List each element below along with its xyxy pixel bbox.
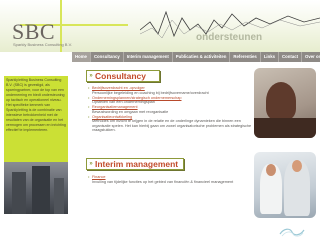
decorative-swirl-icon bbox=[279, 228, 305, 237]
consultancy-desc: Persoonlijke begeleiding en coaching bij… bbox=[92, 90, 209, 95]
list-item: • Organisatieontwikkeling Methodes om in… bbox=[88, 114, 254, 133]
header-slogan: ondersteunen bbox=[196, 32, 263, 43]
consultancy-desc: Methodes om inzicht te krijgen in de rel… bbox=[92, 119, 252, 133]
interim-list: • Finance Invulling van tijdelijke funct… bbox=[88, 174, 254, 185]
business-people-photo bbox=[254, 152, 316, 218]
consultancy-list: • Bedrijfsoverdracht en -opvolger Persoo… bbox=[88, 85, 254, 133]
main-nav: Home Consultancy Interim management Publ… bbox=[72, 52, 320, 62]
building-shape bbox=[54, 178, 64, 214]
building-shape bbox=[32, 166, 50, 214]
nav-item-consultancy[interactable]: Consultancy bbox=[91, 52, 124, 62]
nav-item-referenties[interactable]: Referenties bbox=[230, 52, 261, 62]
desk-shape bbox=[254, 118, 316, 138]
stressed-person-photo bbox=[254, 68, 316, 138]
consultancy-title: Consultancy bbox=[95, 71, 147, 81]
interim-desc: Invulling van tijdelijke functies op het… bbox=[92, 179, 234, 184]
consultancy-heading: » Consultancy bbox=[86, 70, 160, 82]
chevron-right-icon: » bbox=[89, 161, 93, 167]
logo-subtitle: Sparkly Business Consulting B.V. bbox=[13, 42, 72, 47]
nav-item-links[interactable]: Links bbox=[261, 52, 280, 62]
consultancy-desc: Opstellen van een ondernemingsplan bbox=[92, 100, 155, 105]
interim-heading: » Interim management bbox=[86, 158, 184, 170]
nav-item-home[interactable]: Home bbox=[72, 52, 91, 62]
header-wave-graphic bbox=[140, 10, 320, 39]
consultancy-desc: Bewustwording en omgaan met reorganisati… bbox=[92, 109, 169, 114]
main-content: » Consultancy • Bedrijfsoverdracht en -o… bbox=[72, 62, 256, 240]
face-shape bbox=[292, 160, 302, 172]
list-item: • Finance Invulling van tijdelijke funct… bbox=[88, 174, 254, 184]
intro-text: Sparkly/etting Business Consulting B.V. … bbox=[4, 76, 68, 162]
nav-item-contact[interactable]: Contact bbox=[279, 52, 303, 62]
nav-item-interim-management[interactable]: Interim management bbox=[124, 52, 173, 62]
site-header: SBC Sparkly Business Consulting B.V. ond… bbox=[0, 0, 320, 52]
interim-title: Interim management bbox=[95, 159, 179, 169]
nav-item-over-ons[interactable]: Over ons bbox=[302, 52, 320, 62]
person-shape bbox=[266, 82, 296, 120]
face-shape bbox=[266, 164, 276, 176]
list-item: • Ondernemingsplannen/strategisch ondern… bbox=[88, 95, 254, 105]
list-item: • Reorganisatiemanagement Bewustwording … bbox=[88, 105, 254, 114]
nav-item-publicaties[interactable]: Publicaties & activiteiten bbox=[173, 52, 231, 62]
building-shape bbox=[12, 172, 26, 214]
list-item: • Bedrijfsoverdracht en -opvolger Persoo… bbox=[88, 85, 254, 95]
chevron-right-icon: » bbox=[89, 73, 93, 79]
building-photo bbox=[4, 162, 68, 214]
